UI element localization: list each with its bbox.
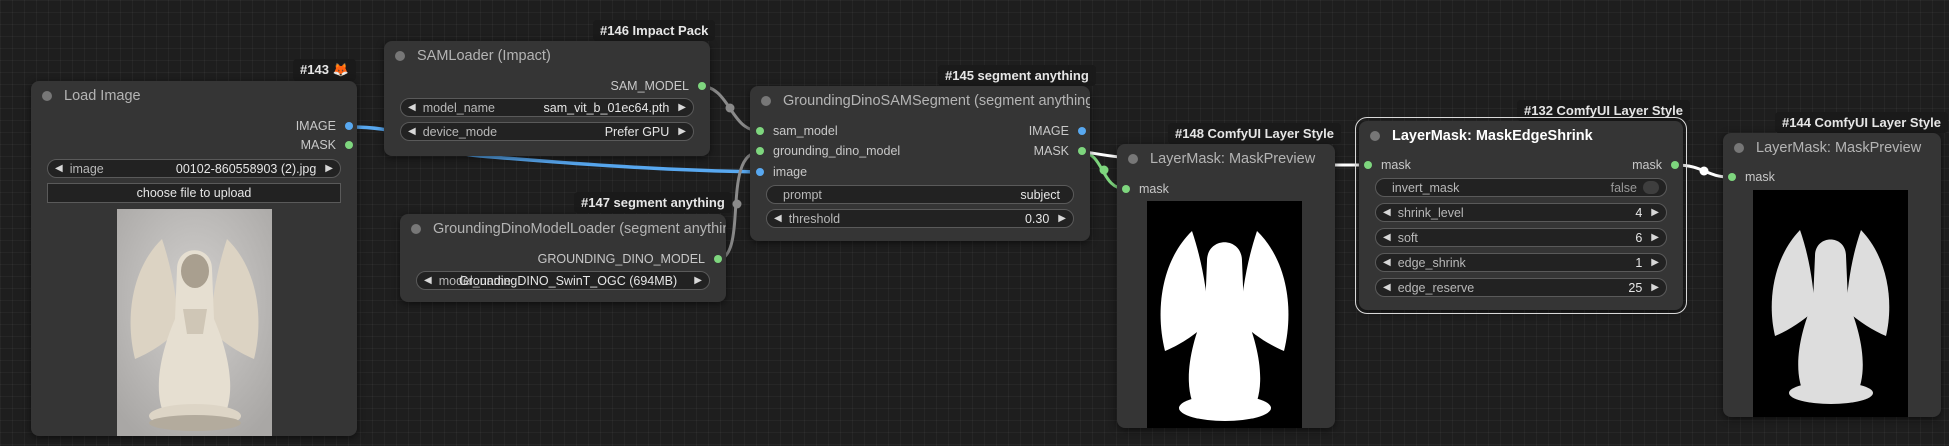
node-badge-143: #143 🦊 <box>293 59 357 81</box>
mask-preview-image <box>1147 201 1302 428</box>
image-combo[interactable]: ◀ image 00102-860558903 (2).jpg ▶ <box>47 159 341 178</box>
collapse-dot-icon[interactable] <box>1128 154 1138 164</box>
node-badge-132: #132 ComfyUI Layer Style <box>1517 100 1690 121</box>
device-mode-combo[interactable]: ◀ device_mode Prefer GPU ▶ <box>400 122 694 141</box>
node-badge-146: #146 Impact Pack <box>593 20 716 41</box>
collapse-dot-icon[interactable] <box>42 91 52 101</box>
node-mask-edge-shrink[interactable]: LayerMask: MaskEdgeShrink mask mask inve… <box>1355 117 1687 314</box>
node-title: LayerMask: MaskEdgeShrink <box>1392 128 1593 144</box>
arrow-right-icon: ▶ <box>1651 257 1659 268</box>
arrow-left-icon: ◀ <box>55 163 63 174</box>
node-title: GroundingDinoSAMSegment (segment anythin… <box>783 93 1090 109</box>
output-dot-icon <box>714 255 722 263</box>
invert-mask-toggle[interactable]: invert_mask false <box>1375 178 1667 197</box>
soft-stepper[interactable]: ◀ soft 6 ▶ <box>1375 228 1667 247</box>
node-title: Load Image <box>64 88 141 104</box>
node-title: GroundingDinoModelLoader (segment anythi… <box>433 221 726 237</box>
node-grounding-sam-segment[interactable]: GroundingDinoSAMSegment (segment anythin… <box>750 86 1090 241</box>
input-dot-icon <box>1364 161 1372 169</box>
arrow-left-icon: ◀ <box>1383 207 1391 218</box>
output-mask[interactable]: mask <box>1632 156 1679 174</box>
input-dot-icon <box>1728 173 1736 181</box>
node-badge-148: #148 ComfyUI Layer Style <box>1168 123 1341 144</box>
arrow-left-icon: ◀ <box>424 275 432 286</box>
arrow-right-icon: ▶ <box>1058 213 1066 224</box>
arrow-right-icon: ▶ <box>1651 282 1659 293</box>
prompt-field[interactable]: prompt subject <box>766 185 1074 204</box>
collapse-dot-icon[interactable] <box>1734 143 1744 153</box>
arrow-right-icon: ▶ <box>1651 232 1659 243</box>
collapse-dot-icon[interactable] <box>395 51 405 61</box>
input-image[interactable]: image <box>756 163 807 181</box>
arrow-right-icon: ▶ <box>1651 207 1659 218</box>
output-dot-icon <box>1078 147 1086 155</box>
output-grounding-dino-model[interactable]: GROUNDING_DINO_MODEL <box>538 250 722 268</box>
node-mask-preview-2[interactable]: LayerMask: MaskPreview mask <box>1723 133 1941 417</box>
link-midpoint <box>732 199 742 209</box>
input-dot-icon <box>1122 185 1130 193</box>
arrow-right-icon: ▶ <box>325 163 333 174</box>
angel-statue-image <box>117 209 272 436</box>
link-midpoint <box>725 103 735 113</box>
input-mask[interactable]: mask <box>1122 180 1169 198</box>
arrow-right-icon: ▶ <box>678 126 686 137</box>
upload-button[interactable]: choose file to upload <box>47 183 341 203</box>
arrow-left-icon: ◀ <box>1383 232 1391 243</box>
output-mask[interactable]: MASK <box>301 136 353 154</box>
node-badge-147: #147 segment anything <box>574 192 732 213</box>
collapse-dot-icon[interactable] <box>1370 131 1380 141</box>
input-grounding-dino-model[interactable]: grounding_dino_model <box>756 142 900 160</box>
node-title: SAMLoader (Impact) <box>417 48 551 64</box>
output-dot-icon <box>698 82 706 90</box>
output-dot-icon <box>345 122 353 130</box>
link-midpoint <box>1099 165 1109 175</box>
arrow-left-icon: ◀ <box>1383 257 1391 268</box>
output-dot-icon <box>1078 127 1086 135</box>
input-dot-icon <box>756 147 764 155</box>
input-mask[interactable]: mask <box>1364 156 1411 174</box>
output-image[interactable]: IMAGE <box>296 117 353 135</box>
node-graph-canvas[interactable]: #143 🦊 Load Image IMAGE MASK ◀ image 0010… <box>0 0 1949 446</box>
node-badge-144: #144 ComfyUI Layer Style <box>1775 112 1948 133</box>
input-dot-icon <box>756 127 764 135</box>
edge-reserve-stepper[interactable]: ◀ edge_reserve 25 ▶ <box>1375 278 1667 297</box>
input-sam-model[interactable]: sam_model <box>756 122 838 140</box>
node-title: LayerMask: MaskPreview <box>1756 140 1922 156</box>
input-dot-icon <box>756 168 764 176</box>
collapse-dot-icon[interactable] <box>761 96 771 106</box>
arrow-right-icon: ▶ <box>678 102 686 113</box>
node-load-image[interactable]: Load Image IMAGE MASK ◀ image 00102-8605… <box>31 81 357 436</box>
arrow-left-icon: ◀ <box>408 102 416 113</box>
model-name-combo[interactable]: ◀ model_name sam_vit_b_01ec64.pth ▶ <box>400 98 694 117</box>
toggle-knob-icon <box>1643 181 1659 194</box>
output-mask[interactable]: MASK <box>1034 142 1086 160</box>
node-grounding-dino-loader[interactable]: GroundingDinoModelLoader (segment anythi… <box>400 214 726 302</box>
link-shrink-to-preview-2 <box>1674 163 1731 179</box>
output-dot-icon <box>345 141 353 149</box>
grounding-model-combo[interactable]: ◀ model_name GroundingDINO_SwinT_OGC (69… <box>416 271 710 290</box>
link-midpoint <box>1699 166 1709 176</box>
output-sam-model[interactable]: SAM_MODEL <box>611 77 706 95</box>
node-sam-loader[interactable]: SAMLoader (Impact) SAM_MODEL ◀ model_nam… <box>384 41 710 156</box>
output-dot-icon <box>1671 161 1679 169</box>
node-badge-145: #145 segment anything <box>938 65 1096 86</box>
arrow-left-icon: ◀ <box>1383 282 1391 293</box>
node-title: LayerMask: MaskPreview <box>1150 151 1316 167</box>
arrow-left-icon: ◀ <box>408 126 416 137</box>
output-image[interactable]: IMAGE <box>1029 122 1086 140</box>
mask-preview-image <box>1753 190 1908 417</box>
node-mask-preview-1[interactable]: LayerMask: MaskPreview mask <box>1117 144 1335 428</box>
shrink-level-stepper[interactable]: ◀ shrink_level 4 ▶ <box>1375 203 1667 222</box>
edge-shrink-stepper[interactable]: ◀ edge_shrink 1 ▶ <box>1375 253 1667 272</box>
fox-icon: 🦊 <box>332 62 350 77</box>
arrow-right-icon: ▶ <box>694 275 702 286</box>
threshold-stepper[interactable]: ◀ threshold 0.30 ▶ <box>766 209 1074 228</box>
arrow-left-icon: ◀ <box>774 213 782 224</box>
input-mask[interactable]: mask <box>1728 168 1775 186</box>
collapse-dot-icon[interactable] <box>411 224 421 234</box>
